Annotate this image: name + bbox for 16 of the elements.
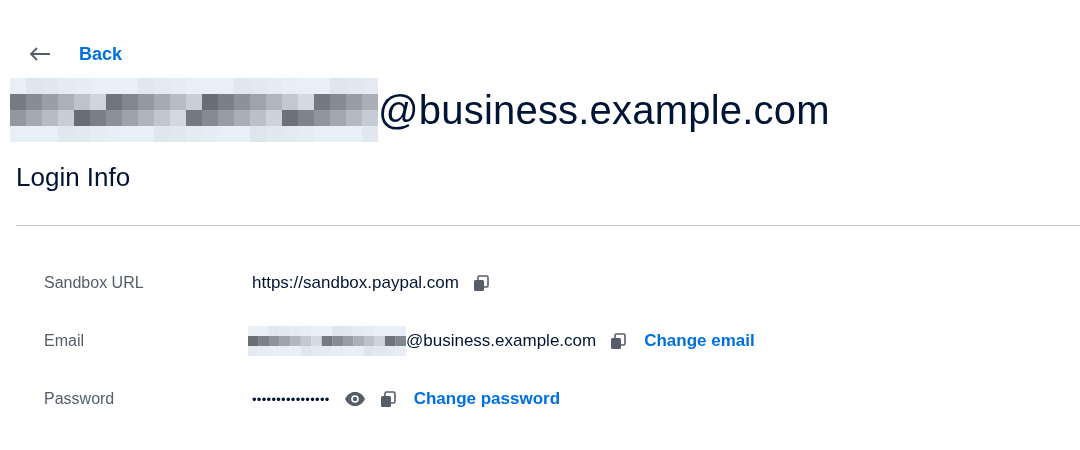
copy-icon[interactable]: [379, 390, 396, 408]
copy-icon[interactable]: [472, 274, 489, 292]
copy-icon[interactable]: [610, 332, 627, 350]
section-title: Login Info: [16, 162, 132, 193]
masked-password: ••••••••••••••••: [252, 391, 330, 407]
field-label: Password: [43, 390, 116, 408]
change-link[interactable]: Change email: [644, 331, 755, 351]
back-link[interactable]: Back: [79, 43, 123, 65]
back-arrow-icon[interactable]: [29, 46, 51, 62]
field-label: Email: [43, 332, 85, 350]
field-value: @business.example.com: [406, 331, 597, 351]
eye-icon[interactable]: [343, 391, 366, 407]
change-link[interactable]: Change password: [413, 389, 561, 409]
field-value: https://sandbox.paypal.com: [252, 273, 459, 293]
account-email-heading: @business.example.com: [378, 87, 830, 133]
field-label: Sandbox URL: [43, 274, 145, 292]
